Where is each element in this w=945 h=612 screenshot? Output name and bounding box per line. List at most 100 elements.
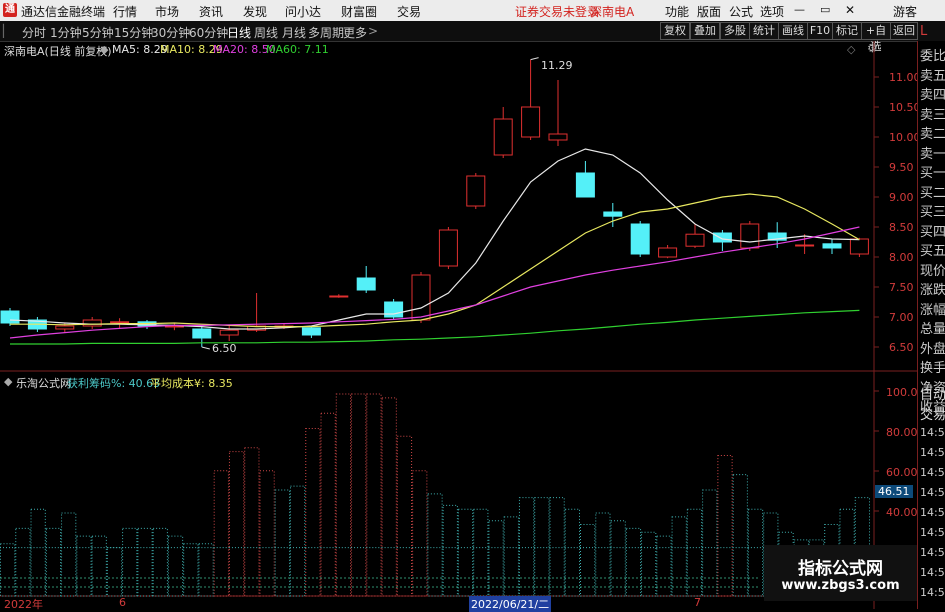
indicator-toggle-icon[interactable]: ◆ bbox=[4, 375, 12, 388]
sidebar-item[interactable]: 14:56 bbox=[920, 506, 945, 519]
menu-banmian[interactable]: 版面 bbox=[697, 3, 721, 20]
profit-bar bbox=[305, 428, 321, 597]
sidebar-item[interactable]: 14:56 bbox=[920, 446, 945, 459]
menu-zixun[interactable]: 资讯 bbox=[199, 3, 223, 20]
ma5-line bbox=[9, 148, 860, 330]
menu-xuanxiang[interactable]: 选项 bbox=[760, 3, 784, 20]
profit-bar bbox=[396, 435, 413, 597]
kline-chart[interactable] bbox=[0, 41, 917, 609]
sidebar-item[interactable]: 自动 bbox=[920, 384, 945, 403]
profit-bar bbox=[45, 527, 62, 597]
ind-y-tick: 80.00 bbox=[886, 426, 918, 439]
profit-bar bbox=[61, 512, 77, 597]
menu-gongshi[interactable]: 公式 bbox=[729, 3, 753, 20]
sidebar-item[interactable]: 外盘 bbox=[920, 338, 945, 357]
profit-bar bbox=[259, 470, 275, 597]
candle-body bbox=[219, 329, 239, 336]
period-day[interactable]: 日线 bbox=[227, 24, 251, 41]
app-name: 通达信金融终端 bbox=[21, 5, 106, 19]
menu-faxian[interactable]: 发现 bbox=[243, 3, 267, 20]
menu-wenxiaoda[interactable]: 问小达 bbox=[285, 3, 321, 20]
period-fenshi[interactable]: 分时 bbox=[22, 24, 46, 41]
period-month[interactable]: 月线 bbox=[282, 24, 306, 41]
candle-body bbox=[329, 295, 349, 298]
duogu-button[interactable]: 多股 bbox=[720, 22, 750, 40]
biaoji-button[interactable]: 标记 bbox=[832, 22, 862, 40]
more-chevron-icon[interactable]: > bbox=[368, 24, 378, 38]
sidebar-item[interactable]: L bbox=[920, 24, 927, 39]
tongji-button[interactable]: 统计 bbox=[749, 22, 779, 40]
sidebar-item[interactable]: 卖二 bbox=[920, 123, 945, 142]
profit-bar bbox=[671, 516, 687, 597]
guest-label[interactable]: 游客 bbox=[893, 3, 917, 20]
sidebar-item[interactable]: 14:56 bbox=[920, 586, 945, 599]
huaxian-button[interactable]: 画线 bbox=[778, 22, 808, 40]
sidebar-item[interactable]: 14:56 bbox=[920, 466, 945, 479]
sidebar-item[interactable]: 现价 bbox=[920, 260, 945, 279]
sidebar-item[interactable]: 换手 bbox=[920, 357, 945, 376]
sidebar-item[interactable]: 总量 bbox=[920, 318, 945, 337]
diejia-button[interactable]: 叠加 bbox=[690, 22, 720, 40]
sidebar-item[interactable]: 买五 bbox=[920, 240, 945, 259]
candle-body bbox=[712, 232, 732, 243]
add-watchlist-button[interactable]: +自选 bbox=[861, 22, 891, 53]
menu-shichang[interactable]: 市场 bbox=[155, 3, 179, 20]
sidebar-item[interactable]: 卖一 bbox=[920, 143, 945, 162]
sidebar-item[interactable]: 买一 bbox=[920, 162, 945, 181]
site-watermark: 指标公式网 www.zbgs3.com bbox=[764, 545, 917, 601]
sidebar-item[interactable]: 卖三 bbox=[920, 104, 945, 123]
y-tick: 7.00 bbox=[889, 311, 914, 324]
profit-bar bbox=[442, 504, 458, 597]
sidebar-item[interactable]: 交易 bbox=[920, 404, 945, 423]
trade-status[interactable]: 证券交易未登录 bbox=[515, 3, 599, 20]
title-bar: 通 通达信金融终端 行情 市场 资讯 发现 问小达 财富圈 交易 证券交易未登录… bbox=[0, 0, 945, 21]
profit-bar bbox=[30, 508, 46, 597]
menu-gongneng[interactable]: 功能 bbox=[665, 3, 689, 20]
collapse-icon[interactable]: ▏ bbox=[3, 24, 12, 38]
menu-caifuquan[interactable]: 财富圈 bbox=[341, 3, 377, 20]
sidebar-item[interactable]: 买二 bbox=[920, 182, 945, 201]
profit-bar bbox=[198, 543, 214, 597]
period-1min[interactable]: 1分钟 bbox=[50, 24, 82, 41]
restore-button[interactable]: ▭ bbox=[820, 3, 830, 16]
candle-body bbox=[411, 274, 431, 321]
menu-jiaoyi[interactable]: 交易 bbox=[397, 3, 421, 20]
sidebar-item[interactable]: 14:56 bbox=[920, 486, 945, 499]
candle-body bbox=[740, 223, 760, 249]
sidebar-item[interactable]: 涨幅 bbox=[920, 299, 945, 318]
sidebar-item[interactable]: 买四 bbox=[920, 221, 945, 240]
candle-body bbox=[192, 328, 212, 339]
period-multi[interactable]: 多周期 bbox=[308, 24, 344, 41]
sidebar-item[interactable]: 14:56 bbox=[920, 426, 945, 439]
profit-bar bbox=[503, 516, 519, 597]
menu-hangqing[interactable]: 行情 bbox=[113, 3, 137, 20]
sidebar-item[interactable]: 买三 bbox=[920, 201, 945, 220]
y-tick: 8.50 bbox=[889, 221, 914, 234]
x-cursor-date: 2022/06/21/二 bbox=[469, 596, 552, 612]
sidebar-item[interactable]: 委比 bbox=[920, 45, 945, 64]
period-more[interactable]: 更多 bbox=[343, 24, 367, 41]
candle-body bbox=[521, 106, 541, 138]
return-button[interactable]: 返回 bbox=[890, 22, 918, 40]
minimize-button[interactable]: — bbox=[794, 3, 805, 16]
sidebar-item[interactable]: 卖四 bbox=[920, 84, 945, 103]
f10-button[interactable]: F10 bbox=[807, 22, 833, 40]
period-30min[interactable]: 30分钟 bbox=[151, 24, 190, 41]
y-tick: 8.00 bbox=[889, 251, 914, 264]
sidebar-item[interactable]: 卖五 bbox=[920, 65, 945, 84]
profit-bar bbox=[106, 547, 123, 597]
watermark-title: 指标公式网 bbox=[798, 559, 883, 579]
profit-bar bbox=[351, 393, 367, 597]
y-tick: 11.00 bbox=[889, 71, 921, 84]
sidebar-item[interactable]: 14:56 bbox=[920, 546, 945, 559]
period-15min[interactable]: 15分钟 bbox=[114, 24, 153, 41]
period-week[interactable]: 周线 bbox=[254, 24, 278, 41]
close-button[interactable]: ✕ bbox=[845, 3, 855, 17]
sidebar-item[interactable]: 14:56 bbox=[920, 566, 945, 579]
fuquan-button[interactable]: 复权 bbox=[660, 22, 690, 40]
sidebar-item[interactable]: 涨跌 bbox=[920, 279, 945, 298]
sidebar-item[interactable]: 14:56 bbox=[920, 526, 945, 539]
period-5min[interactable]: 5分钟 bbox=[82, 24, 114, 41]
period-60min[interactable]: 60分钟 bbox=[189, 24, 228, 41]
profit-bar bbox=[747, 508, 764, 597]
